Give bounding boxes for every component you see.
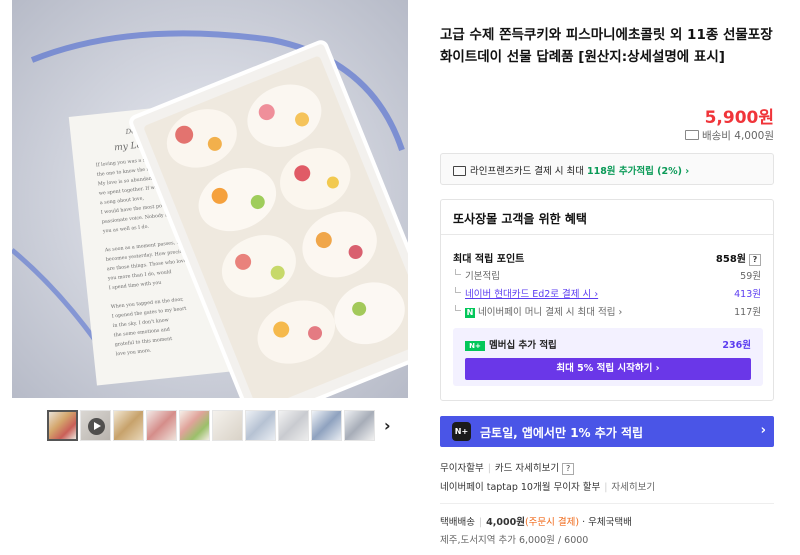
thumbnail-video[interactable] [80,410,111,441]
max-points-value: 858원 [715,254,746,265]
app-promo-banner[interactable]: N+ 금토일, 앱에서만 1% 추가 적립 › [440,416,774,447]
card-promo[interactable]: 라인프렌즈카드 결제 시 최대 118원 추가적립 (2%) › [440,153,774,185]
points-row-value: 117원 [734,307,761,318]
benefits-panel: 또사장몰 고객을 위한 혜택 최대 적립 포인트 858원? 기본적립 59원 … [440,199,774,401]
taptap-row: 네이버페이 taptap 10개월 무이자 할부 | 자세히보기 [440,479,655,493]
membership-start-button[interactable]: 최대 5% 적립 시작하기 › [465,358,751,380]
points-row-label[interactable]: 네이버페이 머니 결제 시 최대 적립 › [478,307,622,318]
delivery-fee-note: (주문시 결제) [524,517,580,528]
play-icon [88,418,105,435]
help-icon[interactable]: ? [749,254,761,266]
credit-card-icon [453,165,466,176]
thumbnail-1[interactable] [47,410,78,441]
thumbnail-strip [47,410,375,441]
points-row-npay[interactable]: N 네이버페이 머니 결제 시 최대 적립 › 117원 [453,304,761,318]
membership-label-text: 멤버십 추가 적립 [489,340,557,351]
delivery-row: 택배배송 | 4,000원(주문시 결제) · 우체국택배 [440,514,632,528]
thumbnail-3[interactable] [113,410,144,441]
naver-plus-app-icon: N+ [452,422,471,441]
npay-icon: N [465,308,475,318]
chevron-right-icon[interactable]: › [384,416,391,435]
delivery-fee: 4,000원 [486,517,525,528]
product-price: 5,900원 [704,108,774,128]
thumbnail-8[interactable] [278,410,309,441]
thumbnail-5[interactable] [179,410,210,441]
points-row-label[interactable]: 네이버 현대카드 Ed2로 결제 시 › [465,289,598,300]
points-row-value: 59원 [740,271,761,282]
thumbnail-7[interactable] [245,410,276,441]
card-promo-text: 라인프렌즈카드 결제 시 최대 [470,166,587,177]
max-points-label: 최대 적립 포인트 [453,254,525,265]
help-icon[interactable]: ? [562,463,575,475]
points-row-label: 기본적립 [465,271,500,282]
taptap-detail-link[interactable]: 자세히보기 [611,482,655,493]
points-row-basic: 기본적립 59원 [453,268,761,282]
membership-value: 236원 [722,340,751,351]
naver-plus-icon: N+ [465,341,485,351]
thumbnail-9[interactable] [311,410,342,441]
delivery-extra: 제주,도서지역 추가 6,000원 / 6000 [440,535,589,546]
points-row-value: 413원 [734,289,761,300]
installment-row: 무이자할부 | 카드 자세히보기? [440,460,575,475]
thumbnail-10[interactable] [344,410,375,441]
divider [440,503,774,504]
banner-text: 금토일, 앱에서만 1% 추가 적립 [480,426,644,440]
card-detail-link[interactable]: 카드 자세히보기 [495,463,559,474]
separator: | [604,482,608,493]
membership-box: N+ 멤버십 추가 적립 236원 최대 5% 적립 시작하기 › [453,328,763,386]
installment-label: 무이자할부 [440,463,484,474]
taptap-label: 네이버페이 taptap 10개월 무이자 할부 [440,482,601,493]
benefits-title: 또사장몰 고객을 위한 혜택 [453,212,587,226]
points-row-hyundai[interactable]: 네이버 현대카드 Ed2로 결제 시 › 413원 [453,286,761,300]
max-points-row: 최대 적립 포인트 858원? [453,250,761,266]
max-points-value-wrap: 858원? [716,250,761,266]
chevron-right-icon: › [760,423,766,438]
separator: | [478,517,483,528]
delivery-type: 택배배송 [440,517,475,528]
card-promo-highlight: 118원 추가적립 (2%) › [586,166,690,177]
divider [441,234,773,235]
delivery-carrier: · 우체국택배 [582,517,632,528]
thumbnail-4[interactable] [146,410,177,441]
truck-icon [684,130,699,140]
product-title: 고급 수제 쫀득쿠키와 피스마니에초콜릿 외 11종 선물포장 화이트데이 선물… [440,27,773,65]
main-image-art: Dear, my Lover If loving you was a skill… [12,0,408,398]
separator: | [487,463,491,474]
shipping-fee-text: 배송비 4,000원 [701,130,774,142]
membership-label: N+ 멤버십 추가 적립 [465,337,557,351]
product-main-image[interactable]: Dear, my Lover If loving you was a skill… [12,0,408,398]
thumbnail-6[interactable] [212,410,243,441]
shipping-fee: 배송비 4,000원 [684,128,774,143]
